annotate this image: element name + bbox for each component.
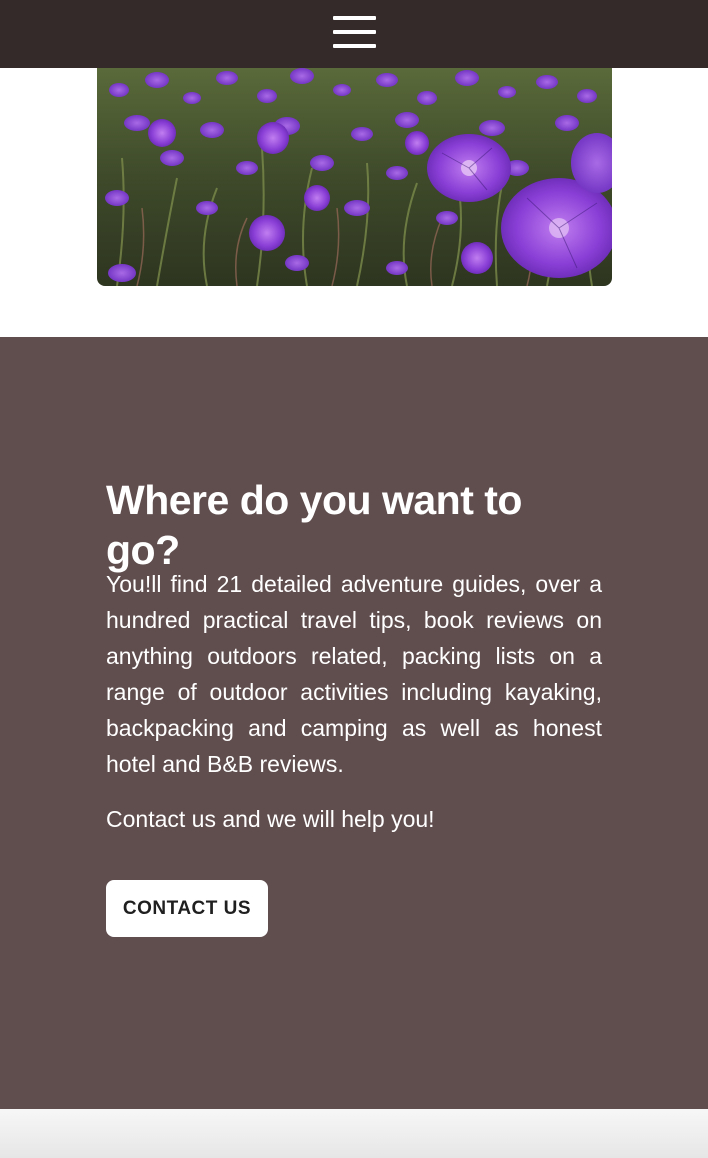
site-header — [0, 0, 708, 68]
hamburger-menu-icon[interactable] — [333, 16, 376, 51]
hero-section — [0, 68, 708, 337]
promo-title: Where do you want to go? — [106, 477, 522, 573]
destination-promo-section: Where do you want to go? You!ll find 21 … — [0, 337, 708, 1109]
promo-contact-text: Contact us and we will help you! — [106, 806, 435, 832]
promo-description: You!ll find 21 detailed adventure guides… — [106, 571, 602, 777]
menu-bar-top — [333, 16, 376, 20]
flower-meadow-illustration — [97, 68, 612, 286]
menu-bar-bottom — [333, 44, 376, 48]
menu-bar-middle — [333, 30, 376, 34]
hero-flower-image — [97, 68, 612, 286]
contact-us-button[interactable]: CONTACT US — [106, 880, 268, 937]
footer-strip — [0, 1109, 708, 1158]
